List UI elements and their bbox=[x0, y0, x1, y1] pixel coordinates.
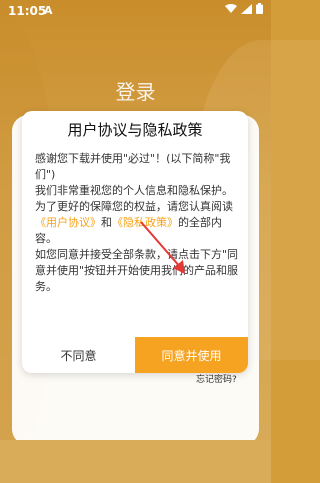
privacy-dialog: 用户协议与隐私政策 感谢您下载并使用"必过"！(以下简称"我们") 我们非常重视… bbox=[22, 111, 248, 373]
user-agreement-link[interactable]: 《用户协议》 bbox=[35, 216, 101, 229]
status-icons bbox=[225, 3, 263, 14]
dialog-text-intro: 感谢您下载并使用"必过"！(以下简称"我们") bbox=[35, 152, 231, 181]
dialog-text-importance: 我们非常重视您的个人信息和隐私保护。为了更好的保障您的权益，请您认真阅读 bbox=[35, 184, 233, 213]
forgot-password-link[interactable]: 忘记密码? bbox=[196, 372, 237, 385]
signal-icon bbox=[241, 3, 252, 14]
dialog-title: 用户协议与隐私政策 bbox=[67, 121, 203, 139]
annotation-arrow-icon bbox=[140, 221, 185, 274]
login-title: 登录 bbox=[115, 80, 156, 104]
agree-button[interactable]: 同意并使用 bbox=[135, 337, 248, 373]
bottom-panel bbox=[0, 440, 271, 483]
status-time: 11:05 bbox=[8, 4, 47, 18]
dialog-text-and: 和 bbox=[101, 216, 112, 229]
disagree-button[interactable]: 不同意 bbox=[22, 337, 135, 373]
wifi-icon bbox=[225, 3, 237, 13]
dialog-button-row: 不同意 同意并使用 bbox=[22, 337, 248, 373]
notification-icon: A bbox=[44, 4, 53, 17]
status-bar: 11:05 A bbox=[0, 0, 271, 22]
battery-icon bbox=[256, 3, 263, 14]
